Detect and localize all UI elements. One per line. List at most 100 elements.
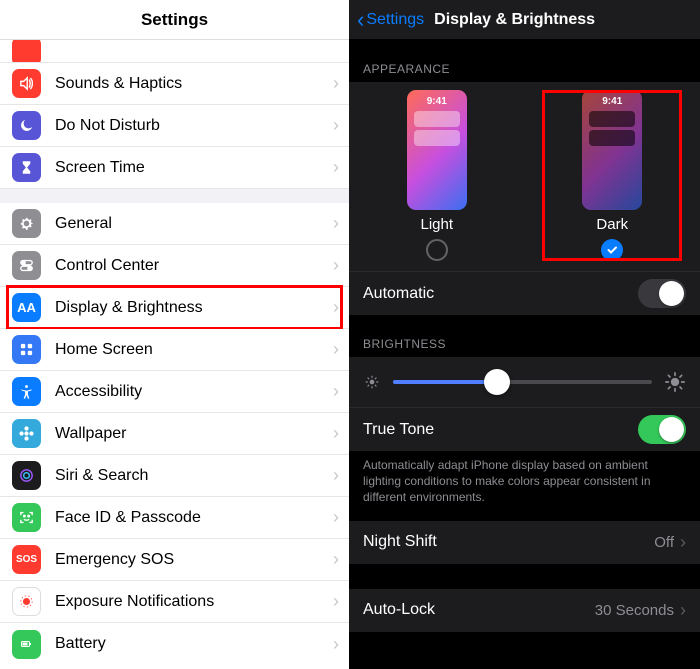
page-title: Display & Brightness: [434, 11, 595, 29]
chevron-right-icon: ›: [333, 339, 339, 360]
display-brightness-panel: ‹ Settings Display & Brightness APPEARAN…: [349, 0, 700, 669]
preview-widget: [414, 130, 460, 146]
battery-icon: [12, 630, 41, 659]
chevron-right-icon: ›: [680, 532, 686, 553]
settings-row-faceid[interactable]: Face ID & Passcode ›: [0, 497, 349, 539]
settings-row-dnd[interactable]: Do Not Disturb ›: [0, 105, 349, 147]
preview-widget: [589, 130, 635, 146]
row-label: Battery: [55, 635, 333, 653]
chevron-right-icon: ›: [333, 465, 339, 486]
settings-row-homescreen[interactable]: Home Screen ›: [0, 329, 349, 371]
chevron-right-icon: ›: [333, 507, 339, 528]
autolock-label: Auto-Lock: [363, 601, 435, 619]
sun-min-icon: [363, 373, 381, 391]
chevron-right-icon: ›: [333, 157, 339, 178]
speaker-icon: [12, 69, 41, 98]
truetone-row: True Tone: [349, 407, 700, 451]
accessibility-icon: [12, 377, 41, 406]
row-label: Siri & Search: [55, 467, 333, 485]
radio-selected-icon[interactable]: [601, 239, 623, 261]
text-size-icon: AA: [12, 293, 41, 322]
preview-time: 9:41: [427, 96, 447, 107]
settings-row-controlcenter[interactable]: Control Center ›: [0, 245, 349, 287]
settings-row-display[interactable]: AA Display & Brightness ›: [0, 287, 349, 329]
brightness-section-label: BRIGHTNESS: [349, 315, 700, 357]
settings-row-sos[interactable]: SOS Emergency SOS ›: [0, 539, 349, 581]
moon-icon: [12, 111, 41, 140]
row-label: Accessibility: [55, 383, 333, 401]
settings-row-exposure[interactable]: Exposure Notifications ›: [0, 581, 349, 623]
row-label: Exposure Notifications: [55, 593, 333, 611]
preview-widget: [414, 111, 460, 127]
chevron-right-icon: ›: [333, 73, 339, 94]
switch-icon: [12, 251, 41, 280]
sos-icon: SOS: [12, 545, 41, 574]
settings-row-siri[interactable]: Siri & Search ›: [0, 455, 349, 497]
chevron-right-icon: ›: [333, 634, 339, 655]
brightness-slider-row: [349, 357, 700, 407]
autolock-value: 30 Seconds ›: [595, 600, 686, 621]
chevron-right-icon: ›: [680, 600, 686, 621]
nightshift-row[interactable]: Night Shift Off ›: [349, 520, 700, 564]
preview-time: 9:41: [602, 96, 622, 107]
settings-row-accessibility[interactable]: Accessibility ›: [0, 371, 349, 413]
back-label: Settings: [366, 11, 424, 29]
nightshift-label: Night Shift: [363, 533, 437, 551]
settings-left-panel: Settings Sounds & Haptics › Do Not Distu…: [0, 0, 349, 669]
flower-icon: [12, 419, 41, 448]
row-label: Control Center: [55, 257, 333, 275]
gear-icon: [12, 209, 41, 238]
truetone-label: True Tone: [363, 421, 434, 439]
nightshift-value: Off ›: [654, 532, 686, 553]
automatic-label: Automatic: [363, 285, 434, 303]
chevron-left-icon: ‹: [357, 7, 364, 33]
dark-preview-thumbnail: 9:41: [582, 90, 642, 210]
light-label: Light: [420, 216, 453, 233]
brightness-slider[interactable]: [393, 380, 652, 384]
row-label: Face ID & Passcode: [55, 509, 333, 527]
chevron-right-icon: ›: [333, 115, 339, 136]
faceid-icon: [12, 503, 41, 532]
appearance-section-label: APPEARANCE: [349, 40, 700, 82]
truetone-toggle[interactable]: [638, 415, 686, 444]
exposure-icon: [12, 587, 41, 616]
row-label: Sounds & Haptics: [55, 75, 333, 93]
row-label: Screen Time: [55, 159, 333, 177]
row-label: General: [55, 215, 333, 233]
appearance-picker: 9:41 Light 9:41 Dark: [349, 82, 700, 271]
back-button[interactable]: ‹ Settings: [357, 7, 424, 33]
chevron-right-icon: ›: [333, 255, 339, 276]
preview-widget: [589, 111, 635, 127]
hourglass-icon: [12, 153, 41, 182]
settings-row-battery[interactable]: Battery ›: [0, 623, 349, 665]
sun-max-icon: [664, 371, 686, 393]
row-label: Emergency SOS: [55, 551, 333, 569]
automatic-row: Automatic: [349, 271, 700, 315]
light-preview-thumbnail: 9:41: [407, 90, 467, 210]
row-label: Do Not Disturb: [55, 117, 333, 135]
slider-thumb[interactable]: [484, 369, 510, 395]
settings-row-clipped[interactable]: [0, 40, 349, 63]
automatic-toggle[interactable]: [638, 279, 686, 308]
dark-label: Dark: [596, 216, 628, 233]
siri-icon: [12, 461, 41, 490]
row-label: Display & Brightness: [55, 299, 333, 317]
chevron-right-icon: ›: [333, 591, 339, 612]
notifications-icon: [12, 40, 41, 63]
group-separator: [0, 189, 349, 203]
appearance-option-dark[interactable]: 9:41 Dark: [542, 90, 682, 261]
radio-unselected-icon[interactable]: [426, 239, 448, 261]
autolock-row[interactable]: Auto-Lock 30 Seconds ›: [349, 588, 700, 632]
settings-row-sounds[interactable]: Sounds & Haptics ›: [0, 63, 349, 105]
chevron-right-icon: ›: [333, 549, 339, 570]
settings-row-general[interactable]: General ›: [0, 203, 349, 245]
grid-icon: [12, 335, 41, 364]
chevron-right-icon: ›: [333, 213, 339, 234]
chevron-right-icon: ›: [333, 423, 339, 444]
chevron-right-icon: ›: [333, 297, 339, 318]
settings-row-screentime[interactable]: Screen Time ›: [0, 147, 349, 189]
settings-row-wallpaper[interactable]: Wallpaper ›: [0, 413, 349, 455]
truetone-footer: Automatically adapt iPhone display based…: [349, 451, 700, 520]
row-label: Wallpaper: [55, 425, 333, 443]
appearance-option-light[interactable]: 9:41 Light: [367, 90, 507, 261]
